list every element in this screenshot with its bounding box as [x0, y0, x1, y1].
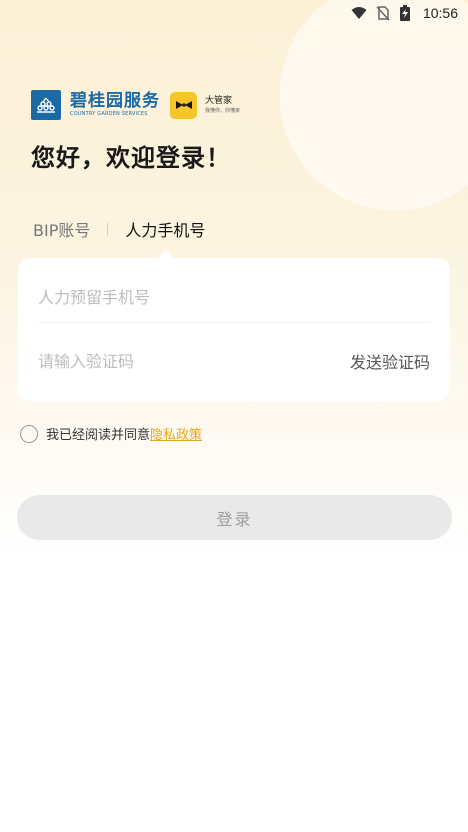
- brand-name: 碧桂园服务 COUNTRY GARDEN SERVICES: [70, 92, 160, 118]
- privacy-policy-link[interactable]: 隐私政策: [150, 424, 202, 443]
- code-field-row: 发送验证码: [38, 341, 430, 381]
- butler-slogan: 我懂你，你懂家: [205, 108, 241, 114]
- butler-brand: 大管家 我懂你，你懂家: [205, 95, 240, 115]
- agreement-text: 我已经阅读并同意: [46, 428, 151, 443]
- country-garden-logo-icon: [31, 90, 61, 120]
- brand-name-cn: 碧桂园服务: [70, 91, 160, 111]
- phone-input[interactable]: [38, 287, 298, 307]
- tab-bip-account[interactable]: BIP账号: [33, 217, 90, 241]
- page-title: 您好，欢迎登录！: [31, 144, 231, 172]
- tab-divider: [107, 222, 109, 236]
- send-code-button[interactable]: 发送验证码: [350, 349, 430, 373]
- login-tabs: BIP账号 人力手机号: [33, 217, 205, 241]
- brand-logo: 碧桂园服务 COUNTRY GARDEN SERVICES 大管家 我懂你，你懂…: [31, 90, 240, 120]
- verification-code-input[interactable]: [38, 351, 298, 371]
- phone-field-row: [38, 272, 430, 323]
- wifi-icon: [351, 5, 367, 21]
- agreement-checkbox[interactable]: [20, 424, 38, 443]
- butler-name: 大管家: [205, 96, 233, 106]
- login-form-card: 发送验证码: [18, 258, 450, 401]
- agreement-row: 我已经阅读并同意 隐私政策: [20, 424, 202, 443]
- status-bar: 10:56: [0, 0, 468, 26]
- login-button[interactable]: 登录: [17, 495, 452, 540]
- brand-name-en: COUNTRY GARDEN SERVICES: [70, 111, 148, 117]
- tab-phone-number[interactable]: 人力手机号: [125, 217, 205, 241]
- battery-charging-icon: [399, 5, 415, 21]
- status-time: 10:56: [422, 5, 458, 21]
- butler-logo-icon: [170, 91, 197, 119]
- no-sim-icon: [375, 5, 391, 21]
